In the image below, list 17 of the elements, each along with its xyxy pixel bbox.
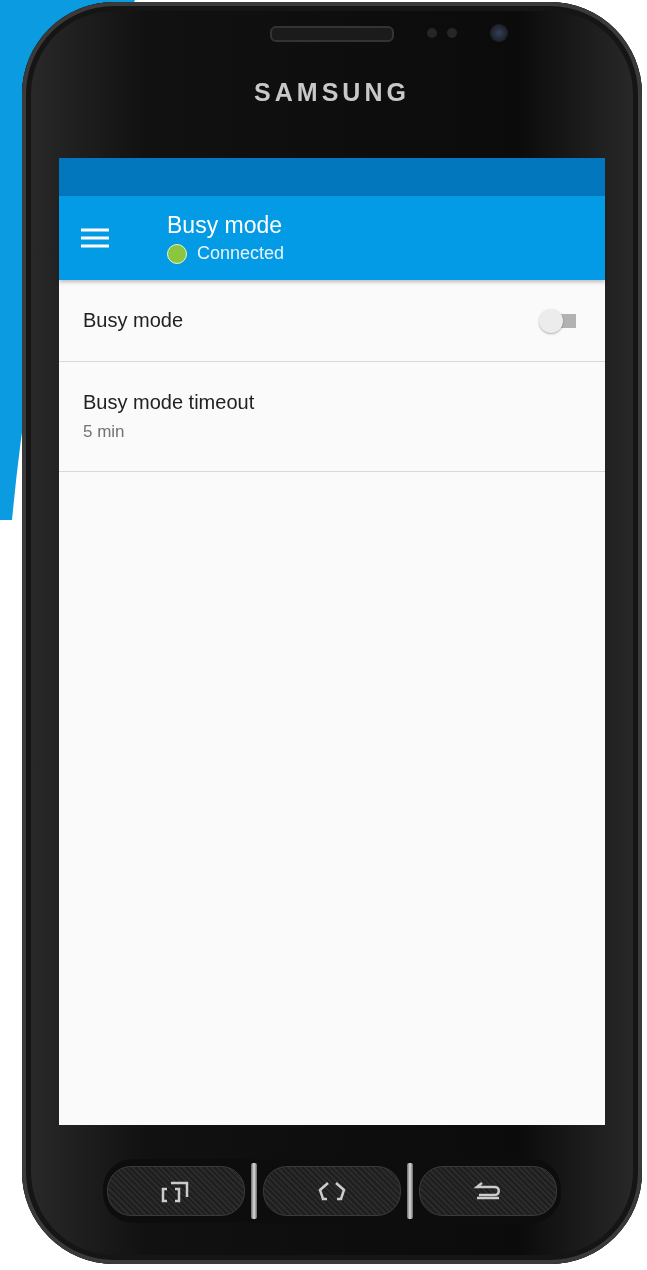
back-icon xyxy=(473,1181,503,1201)
recent-apps-icon xyxy=(161,1179,191,1203)
brand-logo: SAMSUNG xyxy=(254,78,410,107)
back-key[interactable] xyxy=(419,1166,557,1216)
camera-icon xyxy=(490,24,508,42)
home-icon xyxy=(317,1180,347,1202)
menu-icon xyxy=(81,228,109,248)
setting-title: Busy mode timeout xyxy=(83,391,255,414)
setting-title: Busy mode xyxy=(83,309,184,332)
home-key[interactable] xyxy=(263,1166,401,1216)
recent-apps-key[interactable] xyxy=(107,1166,245,1216)
app-title: Busy mode xyxy=(167,212,284,239)
settings-row[interactable]: Busy mode xyxy=(59,280,605,362)
toggle-switch[interactable] xyxy=(539,308,579,333)
setting-value: 5 min xyxy=(83,422,126,442)
status-label: Connected xyxy=(197,243,285,264)
settings-row[interactable]: Busy mode timeout 5 min xyxy=(59,362,605,472)
